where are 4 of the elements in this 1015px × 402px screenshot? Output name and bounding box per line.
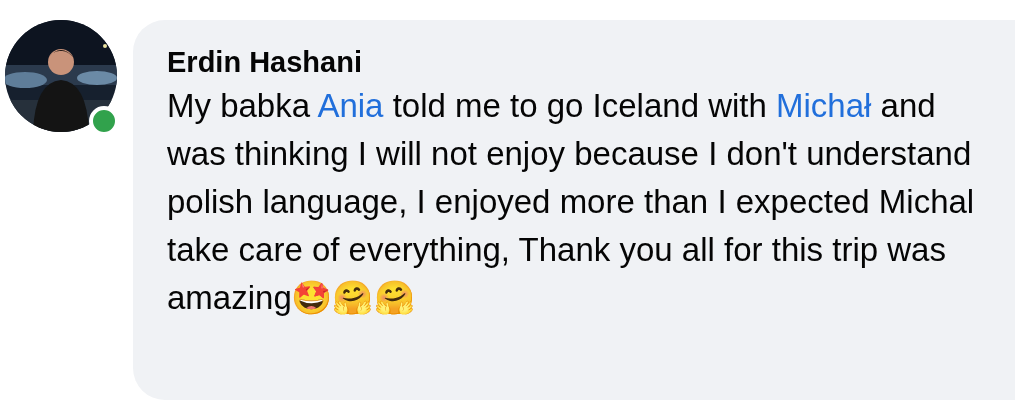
author-name[interactable]: Erdin Hashani (167, 42, 1015, 82)
mention-link[interactable]: Michał (776, 87, 872, 124)
comment-text: My babka Ania told me to go Iceland with Michał and was thinking I will not enjoy because I don't understand polish language, I enjoyed more than I expected Michal take care of everything, Thank you all for this trip was amazing🤩🤗🤗 (167, 86, 976, 318)
mention-link[interactable]: Ania (317, 87, 384, 124)
